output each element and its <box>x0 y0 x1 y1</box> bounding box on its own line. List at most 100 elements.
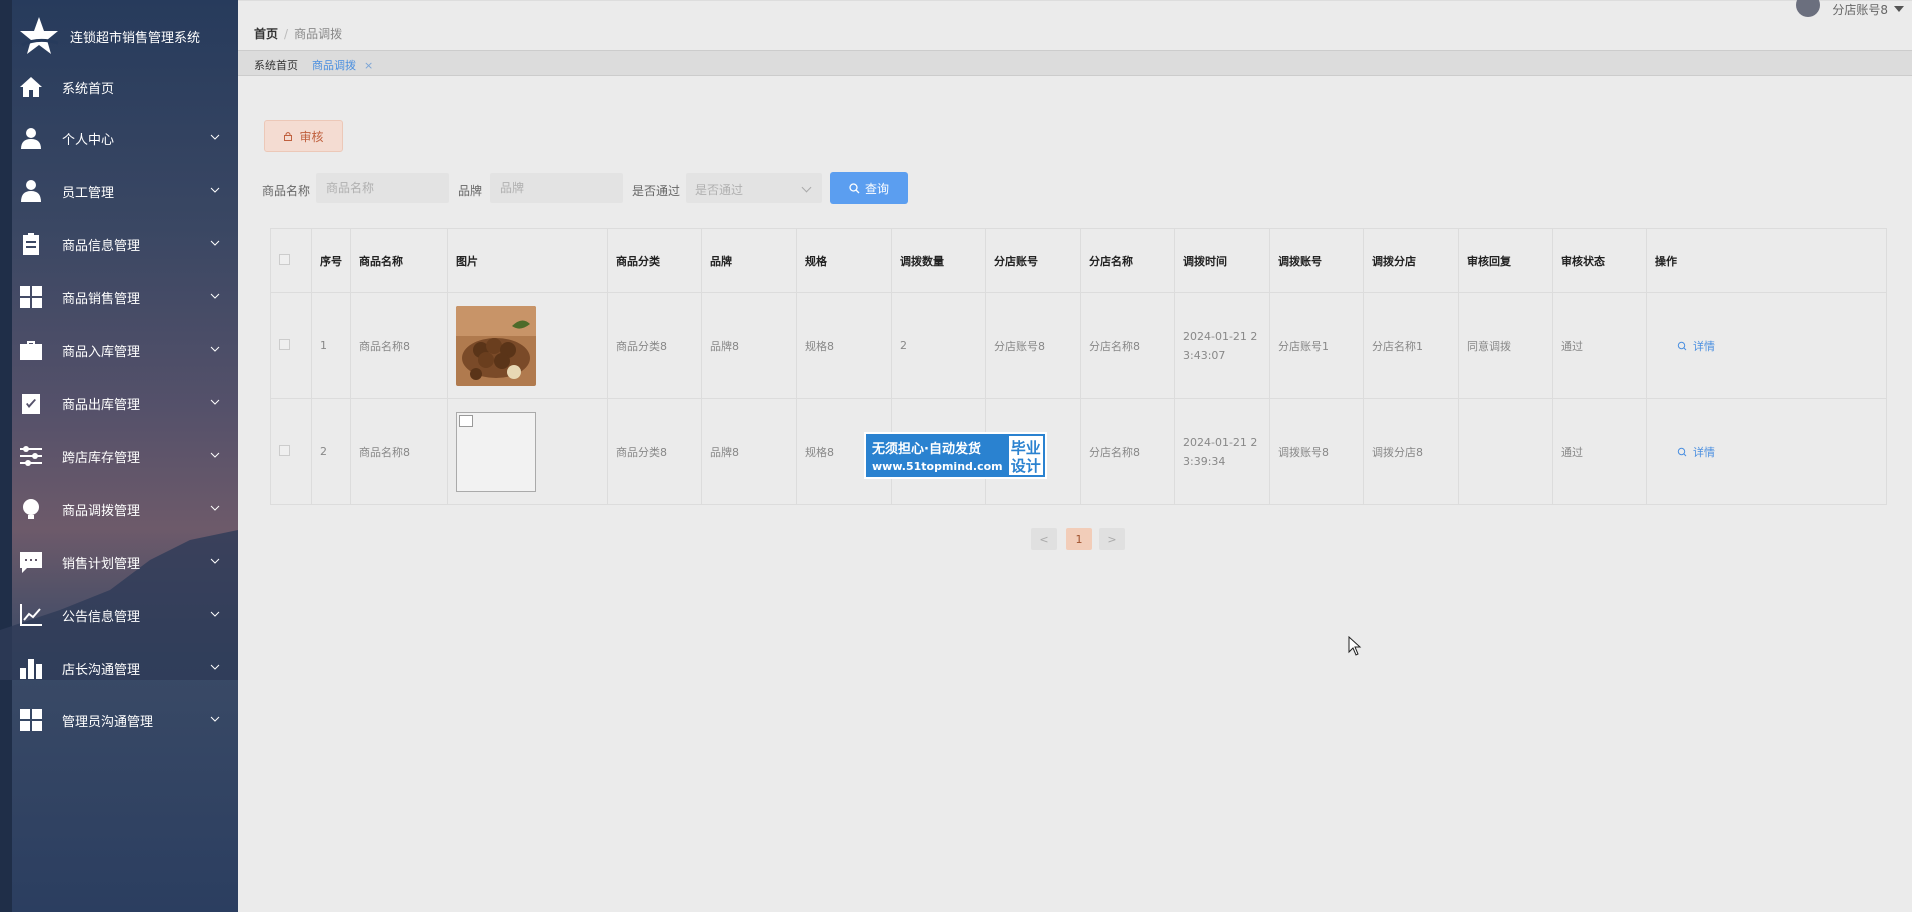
user-menu[interactable]: 分店账号8 <box>1796 0 1904 17</box>
close-icon[interactable]: × <box>364 59 373 72</box>
briefcase-icon <box>18 337 44 363</box>
chevron-down-icon <box>210 346 220 352</box>
watermark-line1: 无须担心·自动发货 <box>872 442 981 457</box>
detail-link[interactable]: 详情 <box>1655 338 1878 354</box>
caret-down-icon <box>1894 6 1904 12</box>
column-header: 审核状态 <box>1552 228 1647 293</box>
cell-transfer-shop: 调拨分店8 <box>1363 398 1459 505</box>
review-label: 审核 <box>299 129 324 144</box>
time-line: 2024-01-21 2 <box>1183 329 1258 343</box>
star-logo-icon <box>20 17 59 54</box>
search-icon <box>1677 341 1687 350</box>
sidebar-item-label: 销售计划管理 <box>62 556 141 572</box>
chevron-down-icon <box>801 182 812 193</box>
column-header: 分店账号 <box>985 228 1081 293</box>
cell-spec: 规格8 <box>796 292 892 399</box>
cell-transfer-account: 分店账号1 <box>1269 292 1364 399</box>
grid-icon <box>18 707 44 733</box>
sidebar-item-label: 商品入库管理 <box>62 344 141 360</box>
row-checkbox[interactable] <box>279 444 290 456</box>
sidebar-item-stock-out[interactable]: 商品出库管理 <box>12 383 238 423</box>
column-header: 规格 <box>796 228 892 293</box>
sidebar-item-home[interactable]: 系统首页 <box>12 67 238 107</box>
product-image-macadamia <box>456 305 536 386</box>
column-header: 调拨账号 <box>1269 228 1364 293</box>
breadcrumb-home[interactable]: 首页 <box>254 27 278 41</box>
chevron-down-icon <box>210 399 220 405</box>
sidebar-item-label: 跨店库存管理 <box>62 450 141 466</box>
cell-status: 通过 <box>1552 398 1647 505</box>
column-header: 调拨数量 <box>891 228 986 293</box>
search-button[interactable]: 查询 <box>830 172 908 204</box>
bar-chart-icon <box>18 655 44 681</box>
product-name-input[interactable] <box>316 173 449 203</box>
sidebar-item-manager-comm[interactable]: 店长沟通管理 <box>12 648 238 688</box>
breadcrumb-current: 商品调拨 <box>294 27 343 41</box>
cell-index: 1 <box>311 292 351 399</box>
sidebar-item-personal-center[interactable]: 个人中心 <box>12 118 238 158</box>
column-header: 图片 <box>447 228 608 293</box>
cell-category: 商品分类8 <box>607 398 702 505</box>
chevron-down-icon <box>210 134 220 140</box>
passed-select[interactable]: 是否通过 <box>686 173 822 203</box>
tab-transfer[interactable]: 商品调拨 × <box>312 57 373 73</box>
sidebar: 连锁超市销售管理系统 系统首页 个人中心 员工管理 商品信息管理 商品销售管理 … <box>0 0 238 912</box>
sidebar-item-sales-plan[interactable]: 销售计划管理 <box>12 542 238 582</box>
passed-select-placeholder: 是否通过 <box>695 183 744 197</box>
broken-image-icon <box>456 411 536 492</box>
brand-input[interactable] <box>490 173 623 203</box>
time-line: 3:39:34 <box>1183 454 1226 468</box>
column-header: 品牌 <box>701 228 797 293</box>
tab-home[interactable]: 系统首页 <box>254 57 298 73</box>
sidebar-item-label: 公告信息管理 <box>62 609 141 625</box>
chevron-down-icon <box>210 611 220 617</box>
review-button[interactable]: 审核 <box>264 120 343 152</box>
chart-line-icon <box>18 602 44 628</box>
time-line: 3:43:07 <box>1183 348 1226 362</box>
mouse-cursor-icon <box>1348 636 1362 656</box>
prev-page-button[interactable]: < <box>1031 528 1057 550</box>
sidebar-item-transfer[interactable]: 商品调拨管理 <box>12 489 238 529</box>
sidebar-item-product-info[interactable]: 商品信息管理 <box>12 224 238 264</box>
sidebar-item-staff[interactable]: 员工管理 <box>12 171 238 211</box>
column-header: 商品名称 <box>350 228 448 293</box>
transfer-table: 序号 商品名称 图片 商品分类 品牌 规格 调拨数量 分店账号 分店名称 调拨时… <box>270 228 1887 505</box>
table-header-row: 序号 商品名称 图片 商品分类 品牌 规格 调拨数量 分店账号 分店名称 调拨时… <box>270 228 1887 293</box>
detail-label: 详情 <box>1693 339 1715 353</box>
column-header: 商品分类 <box>607 228 702 293</box>
tabs-bar: 系统首页 商品调拨 × <box>238 50 1912 76</box>
page-button-1[interactable]: 1 <box>1066 528 1092 550</box>
cell-qty: 2 <box>891 292 986 399</box>
select-all-checkbox[interactable] <box>279 253 290 265</box>
filter-brand-label: 品牌 <box>458 184 483 198</box>
next-page-button[interactable]: > <box>1099 528 1125 550</box>
chat-icon <box>18 549 44 575</box>
sliders-icon <box>18 443 44 469</box>
column-header: 序号 <box>311 228 351 293</box>
chevron-down-icon <box>210 558 220 564</box>
sidebar-item-announcement[interactable]: 公告信息管理 <box>12 595 238 635</box>
sidebar-item-stock-in[interactable]: 商品入库管理 <box>12 330 238 370</box>
row-select-cell <box>270 292 312 399</box>
row-checkbox[interactable] <box>279 338 290 350</box>
cell-reply: 同意调拨 <box>1458 292 1553 399</box>
tab-label: 系统首页 <box>254 59 298 72</box>
watermark-badge: 毕业 设计 <box>1008 436 1043 475</box>
detail-link[interactable]: 详情 <box>1655 444 1878 460</box>
cell-image <box>447 398 608 505</box>
chevron-down-icon <box>210 664 220 670</box>
chevron-down-icon <box>210 452 220 458</box>
row-select-cell <box>270 398 312 505</box>
sidebar-item-admin-comm[interactable]: 管理员沟通管理 <box>12 700 238 740</box>
sidebar-item-product-sales[interactable]: 商品销售管理 <box>12 277 238 317</box>
sidebar-item-cross-store-stock[interactable]: 跨店库存管理 <box>12 436 238 476</box>
column-header: 调拨时间 <box>1174 228 1270 293</box>
watermark-badge-bottom: 设计 <box>1010 457 1041 475</box>
watermark-badge-top: 毕业 <box>1010 439 1041 457</box>
column-header: 审核回复 <box>1458 228 1553 293</box>
sidebar-item-label: 商品调拨管理 <box>62 503 141 519</box>
cell-shop-name: 分店名称8 <box>1080 292 1175 399</box>
cell-time: 2024-01-21 2 3:39:34 <box>1174 398 1270 505</box>
detail-label: 详情 <box>1693 445 1715 459</box>
chevron-down-icon <box>210 187 220 193</box>
